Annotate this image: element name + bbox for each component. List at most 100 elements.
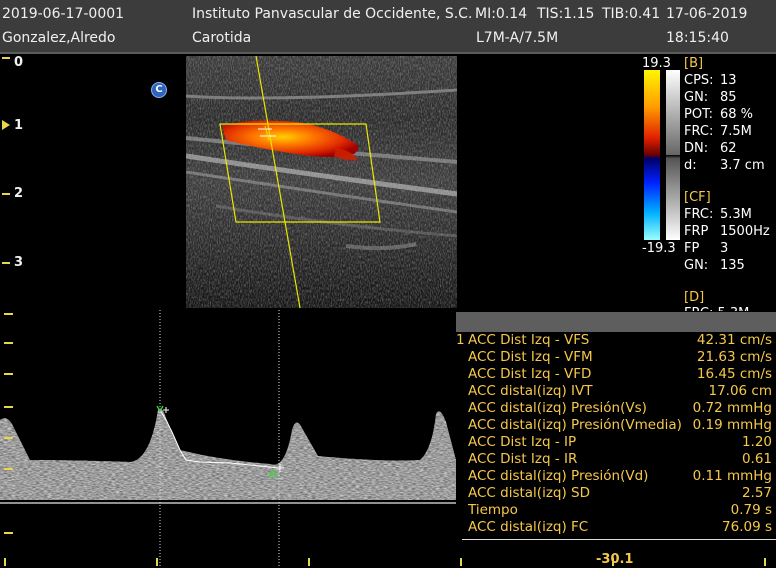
- param-key: FRP: [684, 224, 709, 239]
- param-key: d:: [684, 158, 697, 173]
- param-key: DN:: [684, 141, 709, 156]
- institution-name: Instituto Panvascular de Occidente, S.C.: [192, 6, 473, 22]
- color-mode-badge[interactable]: C: [151, 82, 167, 98]
- tib-index: TIB:0.41: [602, 6, 661, 22]
- mi-index: MI:0.14: [475, 6, 528, 22]
- measurement-value: 0.72 mmHg: [692, 400, 772, 416]
- measurement-label: ACC Dist Izq - IP: [468, 434, 577, 450]
- param-value: 62: [720, 141, 737, 156]
- patient-name: Gonzalez,Alredo: [2, 30, 116, 46]
- time-scale-tick: [764, 558, 766, 566]
- time-scale-tick: [308, 558, 310, 566]
- velocity-scale-tick: [4, 342, 13, 344]
- baseline-velocity-value: -30.1: [596, 552, 634, 567]
- measurement-panel-header: [456, 312, 776, 332]
- measurement-label: ACC distal(izq) Presión(Vs): [468, 400, 647, 416]
- measurement-label: ACC Dist Izq - VFD: [468, 366, 592, 382]
- velocity-scale-tick: [4, 313, 13, 315]
- exam-date: 17-06-2019: [666, 6, 748, 22]
- measurement-row[interactable]: ACC distal(izq) Presión(Vs) 0.72 mmHg: [456, 400, 776, 417]
- measurement-label: ACC Dist Izq - IR: [468, 451, 578, 467]
- depth-label: 1: [14, 118, 24, 133]
- param-key: FP: [684, 241, 700, 256]
- param-value: 1500Hz: [720, 224, 770, 239]
- measurement-label: ACC Dist Izq - VFS: [468, 332, 590, 348]
- measurement-value: 16.45 cm/s: [696, 366, 772, 382]
- param-value: 3: [720, 241, 729, 256]
- section-d-label: [D]: [684, 290, 705, 305]
- param-value: 5.3M: [720, 207, 752, 222]
- measurement-row[interactable]: ACC distal(izq) FC 76.09 s: [456, 519, 776, 536]
- gray-scale-bar: [666, 70, 680, 240]
- param-value: 3.7 cm: [720, 158, 765, 173]
- d-params-partial: FRC: 5.3M: [684, 306, 749, 311]
- measurement-value: 21.63 cm/s: [696, 349, 772, 365]
- exam-time: 18:15:40: [666, 30, 729, 46]
- measurement-value: 1.20: [741, 434, 772, 450]
- color-velocity-bar: [644, 70, 660, 240]
- measurement-row[interactable]: ACC distal(izq) SD 2.57: [456, 485, 776, 502]
- velocity-scale-tick: [4, 468, 13, 470]
- study-id: 2019-06-17-0001: [2, 6, 125, 22]
- measurement-value: 0.61: [741, 451, 772, 467]
- measurement-row[interactable]: ACC distal(izq) Presión(Vmedia) 0.19 mmH…: [456, 417, 776, 434]
- measurement-row[interactable]: ACC Dist Izq - VFM 21.63 cm/s: [456, 349, 776, 366]
- measurement-row[interactable]: ACC Dist Izq - IR 0.61: [456, 451, 776, 468]
- velocity-scale-tick: [4, 406, 13, 408]
- time-scale-tick: [4, 558, 6, 566]
- header-divider: [0, 52, 776, 54]
- depth-tick: [2, 57, 10, 59]
- time-scale-tick: [460, 558, 462, 566]
- depth-label: 0: [14, 55, 24, 70]
- time-scale-tick: [156, 558, 158, 566]
- depth-tick: [2, 193, 10, 195]
- param-key: POT:: [684, 107, 713, 122]
- measurement-value: 76.09 s: [722, 519, 772, 535]
- measurement-row[interactable]: ACC distal(izq) IVT 17.06 cm: [456, 383, 776, 400]
- param-value: 7.5M: [720, 124, 752, 139]
- measurement-value: 0.11 mmHg: [692, 468, 772, 484]
- measurement-label: ACC distal(izq) Presión(Vmedia): [468, 417, 682, 433]
- measurement-value: 0.19 mmHg: [692, 417, 772, 433]
- depth-tick: [2, 262, 10, 264]
- measurement-value: 17.06 cm: [708, 383, 772, 399]
- spectral-waveform-icon: [0, 310, 456, 568]
- param-key: FRC:: [684, 207, 714, 222]
- param-key: GN:: [684, 258, 709, 273]
- section-cf-label: [CF]: [684, 190, 711, 205]
- bmode-image[interactable]: [186, 56, 457, 308]
- measurement-index: 1: [456, 332, 465, 348]
- param-key: GN:: [684, 90, 709, 105]
- probe-label: L7M-A/7.5M: [476, 30, 559, 46]
- spectral-doppler-trace[interactable]: [0, 310, 456, 568]
- focus-marker-icon[interactable]: [2, 120, 10, 130]
- measurement-value: 42.31 cm/s: [696, 332, 772, 348]
- depth-label: 2: [14, 186, 24, 201]
- measurement-value: 2.57: [741, 485, 772, 501]
- measurement-label: ACC distal(izq) FC: [468, 519, 589, 535]
- measurement-label: ACC distal(izq) IVT: [468, 383, 593, 399]
- section-b-label: [B]: [684, 56, 704, 71]
- measurement-row[interactable]: ACC Dist Izq - VFD 16.45 cm/s: [456, 366, 776, 383]
- param-value: 85: [720, 90, 737, 105]
- colorbar-min: -19.3: [642, 241, 676, 256]
- velocity-scale-tick: [4, 437, 13, 439]
- measurement-value: 0.79 s: [730, 502, 772, 518]
- measurement-row[interactable]: 1 ACC Dist Izq - VFS 42.31 cm/s: [456, 332, 776, 349]
- measurement-label: ACC distal(izq) SD: [468, 485, 591, 501]
- measurement-divider: [462, 539, 776, 540]
- param-value: 68 %: [720, 107, 754, 122]
- measurement-label: Tiempo: [468, 502, 518, 518]
- measurement-label: ACC Dist Izq - VFM: [468, 349, 593, 365]
- param-key: FRC:: [684, 124, 714, 139]
- measurement-row[interactable]: ACC distal(izq) Presión(Vd) 0.11 mmHg: [456, 468, 776, 485]
- colorbar-max: 19.3: [642, 56, 671, 71]
- measurement-row[interactable]: Tiempo 0.79 s: [456, 502, 776, 519]
- depth-label: 3: [14, 255, 24, 270]
- velocity-scale-tick: [4, 373, 13, 375]
- param-value: 13: [720, 73, 737, 88]
- ultrasound-image-icon: [186, 56, 457, 308]
- measurement-row[interactable]: ACC Dist Izq - IP 1.20: [456, 434, 776, 451]
- velocity-scale-tick: [4, 532, 13, 534]
- exam-type: Carotida: [192, 30, 252, 46]
